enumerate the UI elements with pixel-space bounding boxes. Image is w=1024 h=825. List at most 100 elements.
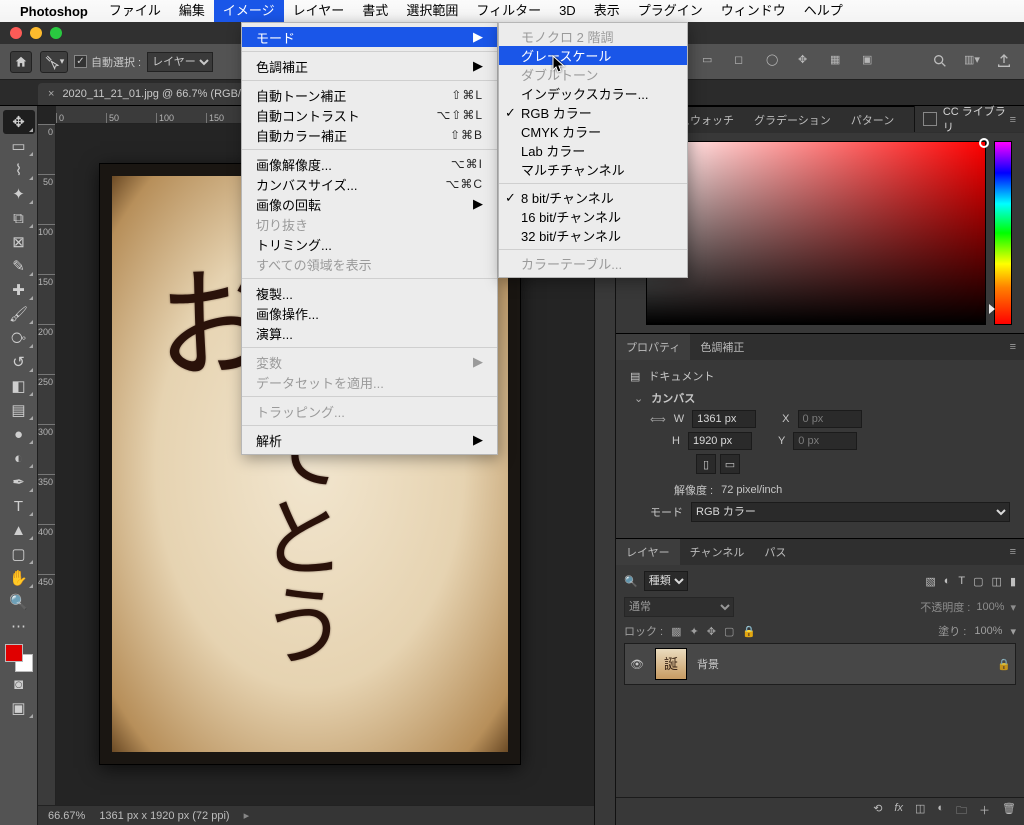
layer-fx-icon[interactable]: fx <box>894 802 903 821</box>
menu-edit[interactable]: 編集 <box>170 0 214 22</box>
lock-pixels-icon[interactable]: ▩ <box>671 625 681 638</box>
tab-pattern[interactable]: パターン <box>841 107 904 133</box>
shape-tool[interactable]: ▢ <box>3 542 35 566</box>
type-tool[interactable]: T <box>3 494 35 518</box>
menu-item-trim[interactable]: トリミング... <box>242 234 497 254</box>
mode-cmyk[interactable]: CMYK カラー <box>499 122 687 141</box>
tab-layers[interactable]: レイヤー <box>616 539 680 565</box>
layer-thumbnail[interactable]: 誕 <box>655 648 687 680</box>
blend-mode-select[interactable]: 通常 <box>624 597 734 617</box>
camera-icon[interactable]: ▣ <box>862 53 880 71</box>
3d-mode-icon[interactable]: ◻ <box>734 53 752 71</box>
healing-tool[interactable]: ✚ <box>3 278 35 302</box>
lock-move-icon[interactable]: ✥ <box>707 625 716 638</box>
mode-lab[interactable]: Lab カラー <box>499 141 687 160</box>
eyedropper-tool[interactable]: ✎ <box>3 254 35 278</box>
document-tab[interactable]: × 2020_11_21_01.jpg @ 66.7% (RGB/8) <box>38 83 261 105</box>
delete-layer-icon[interactable]: 🗑 <box>1002 802 1016 821</box>
menu-file[interactable]: ファイル <box>100 0 170 22</box>
gradient-tool[interactable]: ▤ <box>3 398 35 422</box>
filter-smart-icon[interactable]: ◫ <box>992 575 1002 588</box>
color-mode-select[interactable]: RGB カラー <box>691 502 1010 522</box>
color-swatches[interactable] <box>5 644 33 672</box>
menu-filter[interactable]: フィルター <box>467 0 550 22</box>
workspace-switcher-icon[interactable]: ▥▾ <box>964 53 982 71</box>
lock-icon[interactable]: 🔒 <box>997 658 1011 671</box>
lock-artboard-icon[interactable]: ▢ <box>724 625 734 638</box>
menu-item-auto-color[interactable]: 自動カラー補正⇧⌘B <box>242 125 497 145</box>
portrait-icon[interactable]: ▯ <box>696 454 716 474</box>
clone-stamp-tool[interactable]: ⧂ <box>3 326 35 350</box>
tab-adjustments[interactable]: 色調補正 <box>690 334 754 360</box>
hand-tool[interactable]: ✋ <box>3 566 35 590</box>
brush-tool[interactable]: 🖌 <box>3 302 35 326</box>
new-group-icon[interactable]: 🗀 <box>956 802 967 821</box>
menu-image[interactable]: イメージ <box>214 0 284 22</box>
menu-item-mode[interactable]: モード▶ <box>242 27 497 47</box>
move-tool[interactable]: ✥ <box>3 110 35 134</box>
fill-value[interactable]: 100% <box>974 625 1002 637</box>
new-layer-icon[interactable]: ＋ <box>979 802 990 821</box>
mode-grayscale[interactable]: グレースケール <box>499 46 687 65</box>
filter-toggle-icon[interactable]: ▮ <box>1010 575 1016 588</box>
path-select-tool[interactable]: ▲ <box>3 518 35 542</box>
close-tab-icon[interactable]: × <box>48 88 54 100</box>
panel-menu-icon[interactable]: ≡ <box>1002 110 1024 130</box>
vertical-ruler[interactable]: 050100150200250300350400450 <box>38 124 56 805</box>
crop-tool[interactable]: ⧉ <box>3 206 35 230</box>
minimize-window-icon[interactable] <box>30 27 42 39</box>
canvas-section-label[interactable]: カンバス <box>651 390 695 406</box>
mask-mode-icon[interactable]: ◯ <box>766 53 784 71</box>
tab-paths[interactable]: パス <box>754 539 796 565</box>
quick-actions-icon[interactable]: ▦ <box>830 53 848 71</box>
menu-help[interactable]: ヘルプ <box>795 0 852 22</box>
orientation-buttons[interactable]: ▯▭ <box>696 454 1010 474</box>
menu-item-apply-image[interactable]: 画像操作... <box>242 303 497 323</box>
layer-row-background[interactable]: 👁 誕 背景 🔒 <box>624 643 1016 685</box>
canvas-height-field[interactable] <box>688 432 752 450</box>
lock-all-icon[interactable]: 🔒 <box>742 625 756 638</box>
menu-item-canvas-size[interactable]: カンバスサイズ...⌥⌘C <box>242 174 497 194</box>
foreground-color-swatch[interactable] <box>5 644 23 662</box>
align-icon[interactable]: ▭ <box>702 53 720 71</box>
screen-mode-toggle[interactable]: ▣ <box>3 696 35 720</box>
filter-pixel-icon[interactable]: ▧ <box>925 575 935 588</box>
marquee-tool[interactable]: ▭ <box>3 134 35 158</box>
new-adjustment-icon[interactable]: ◐ <box>937 802 944 821</box>
lock-position-icon[interactable]: ✦ <box>690 625 699 638</box>
menu-select[interactable]: 選択範囲 <box>397 0 467 22</box>
mode-multichannel[interactable]: マルチチャンネル <box>499 160 687 179</box>
mode-16bit[interactable]: 16 bit/チャンネル <box>499 207 687 226</box>
menu-plugins[interactable]: プラグイン <box>629 0 712 22</box>
tab-channels[interactable]: チャンネル <box>680 539 755 565</box>
lasso-tool[interactable]: ⌇ <box>3 158 35 182</box>
tab-gradient[interactable]: グラデーション <box>744 107 841 133</box>
color-field[interactable] <box>646 141 986 325</box>
filter-shape-icon[interactable]: ▢ <box>973 575 983 588</box>
share-icon[interactable] <box>996 53 1014 71</box>
menu-3d[interactable]: 3D <box>550 0 585 22</box>
menu-item-analysis[interactable]: 解析▶ <box>242 430 497 450</box>
menu-layer[interactable]: レイヤー <box>284 0 354 22</box>
edit-toolbar[interactable]: ⋯ <box>3 614 35 638</box>
app-name[interactable]: Photoshop <box>20 4 88 19</box>
quick-mask-toggle[interactable]: ◙ <box>3 672 35 696</box>
menu-item-duplicate[interactable]: 複製... <box>242 283 497 303</box>
layer-name[interactable]: 背景 <box>697 656 719 672</box>
layer-mask-icon[interactable]: ◫ <box>915 802 925 821</box>
zoom-level[interactable]: 66.67% <box>48 810 85 822</box>
status-menu-icon[interactable]: ▸ <box>244 809 250 822</box>
layer-filter-kind[interactable]: 種類 <box>644 571 688 591</box>
mode-indexed[interactable]: インデックスカラー... <box>499 84 687 103</box>
menu-item-auto-tone[interactable]: 自動トーン補正⇧⌘L <box>242 85 497 105</box>
menu-item-image-size[interactable]: 画像解像度...⌥⌘I <box>242 154 497 174</box>
landscape-icon[interactable]: ▭ <box>720 454 740 474</box>
menu-view[interactable]: 表示 <box>585 0 629 22</box>
mode-32bit[interactable]: 32 bit/チャンネル <box>499 226 687 245</box>
history-brush-tool[interactable]: ↺ <box>3 350 35 374</box>
menu-item-calculations[interactable]: 演算... <box>242 323 497 343</box>
menu-type[interactable]: 書式 <box>353 0 397 22</box>
menu-item-image-rotation[interactable]: 画像の回転▶ <box>242 194 497 214</box>
mode-rgb[interactable]: ✓RGB カラー <box>499 103 687 122</box>
canvas-width-field[interactable] <box>692 410 756 428</box>
